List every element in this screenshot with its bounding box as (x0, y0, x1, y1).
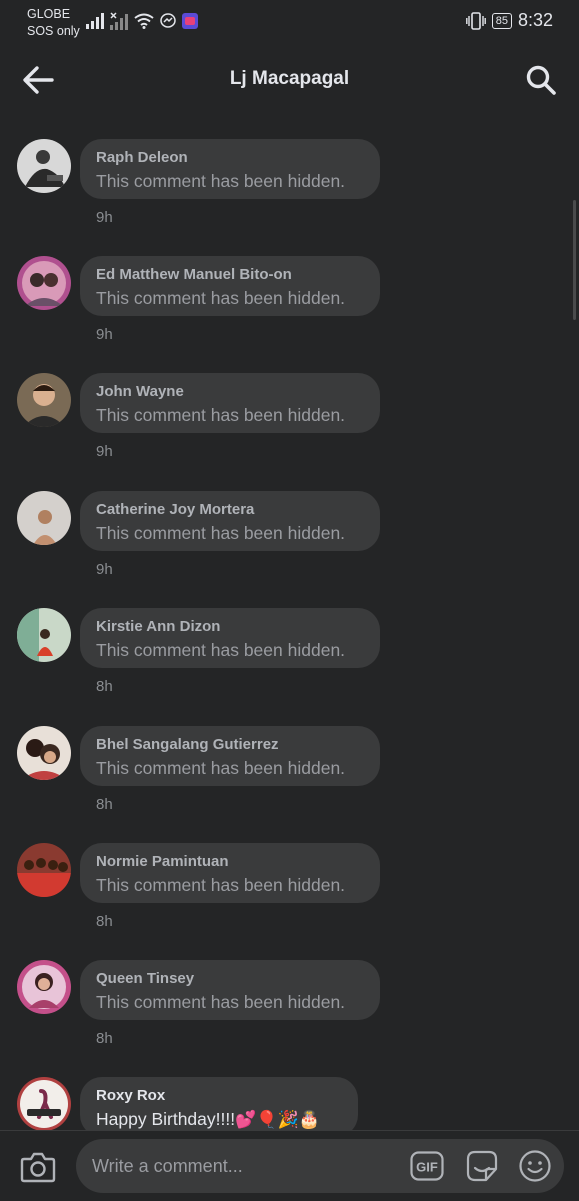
app-header: Lj Macapagal (0, 52, 579, 108)
comment-bubble[interactable]: Raph Deleon This comment has been hidden… (80, 139, 380, 199)
comment-bubble[interactable]: Roxy Rox Happy Birthday!!!!💕🎈🎉🎂 (80, 1077, 358, 1137)
comment-item: Kirstie Ann Dizon This comment has been … (0, 608, 579, 725)
comment-time[interactable]: 8h (96, 913, 113, 930)
comment-bubble[interactable]: Ed Matthew Manuel Bito-on This comment h… (80, 256, 380, 316)
comment-bubble[interactable]: Kirstie Ann Dizon This comment has been … (80, 608, 380, 668)
avatar[interactable] (17, 491, 71, 545)
profile-photo (17, 256, 71, 310)
gif-icon: GIF (410, 1151, 444, 1181)
battery-indicator: 85 (491, 12, 512, 29)
comment-text: This comment has been hidden. (96, 405, 346, 425)
carrier-name: GLOBE (27, 7, 71, 21)
comment-author[interactable]: Catherine Joy Mortera (96, 501, 254, 518)
camera-icon (20, 1152, 56, 1183)
comment-time[interactable]: 9h (96, 209, 113, 226)
profile-photo (17, 373, 71, 427)
comment-author[interactable]: Queen Tinsey (96, 970, 194, 987)
comment-text: This comment has been hidden. (96, 875, 346, 895)
comment-text: This comment has been hidden. (96, 640, 346, 660)
comment-bubble[interactable]: Queen Tinsey This comment has been hidde… (80, 960, 380, 1020)
comment-item: Catherine Joy Mortera This comment has b… (0, 491, 579, 608)
comment-item: Bhel Sangalang Gutierrez This comment ha… (0, 726, 579, 843)
profile-photo (17, 139, 71, 193)
status-clock: 8:32 (517, 10, 553, 30)
comment-text: This comment has been hidden. (96, 758, 346, 778)
signal-icon (86, 13, 104, 29)
profile-photo (17, 608, 71, 662)
comment-text-body: Happy Birthday!!!! (96, 1109, 236, 1129)
camera-button[interactable] (20, 1151, 56, 1183)
comment-item: Raph Deleon This comment has been hidden… (0, 139, 579, 256)
comment-author[interactable]: Roxy Rox (96, 1087, 165, 1104)
comment-text: Happy Birthday!!!!💕🎈🎉🎂 (96, 1109, 320, 1130)
carrier-status: SOS only (27, 24, 80, 38)
wifi-icon (134, 13, 154, 29)
search-icon (526, 65, 556, 95)
comment-text: This comment has been hidden. (96, 523, 346, 543)
status-right: 85 8:32 (465, 10, 553, 31)
comment-author[interactable]: Ed Matthew Manuel Bito-on (96, 266, 292, 283)
profile-photo (17, 960, 71, 1014)
comment-item: Normie Pamintuan This comment has been h… (0, 843, 579, 960)
emoji-icon (519, 1150, 551, 1182)
comment-input-container: GIF (76, 1139, 564, 1193)
comment-time[interactable]: 8h (96, 796, 113, 813)
sticker-button[interactable] (464, 1149, 500, 1183)
carrier-info: GLOBE SOS only (27, 6, 80, 40)
comment-composer: GIF (0, 1130, 579, 1201)
comment-author[interactable]: John Wayne (96, 383, 184, 400)
signal-no-service-icon (110, 12, 128, 30)
avatar[interactable] (17, 256, 71, 310)
comment-time[interactable]: 9h (96, 326, 113, 343)
status-bar: GLOBE SOS only 85 8:32 (0, 0, 579, 44)
emoji-button[interactable] (518, 1149, 552, 1183)
comment-item: Ed Matthew Manuel Bito-on This comment h… (0, 256, 579, 373)
comment-emoji: 💕🎈🎉🎂 (235, 1110, 320, 1129)
messenger-icon (160, 13, 176, 28)
comment-text: This comment has been hidden. (96, 288, 346, 308)
avatar[interactable] (17, 843, 71, 897)
avatar[interactable] (17, 726, 71, 780)
page-title: Lj Macapagal (229, 68, 350, 89)
comment-bubble[interactable]: John Wayne This comment has been hidden. (80, 373, 380, 433)
profile-photo (17, 491, 71, 545)
comment-time[interactable]: 8h (96, 678, 113, 695)
avatar[interactable] (17, 373, 71, 427)
comment-item: John Wayne This comment has been hidden.… (0, 373, 579, 490)
comment-text: This comment has been hidden. (96, 171, 346, 191)
search-button[interactable] (525, 64, 557, 96)
profile-photo (17, 726, 71, 780)
app-notification-icon (182, 13, 198, 29)
sticker-icon (466, 1150, 498, 1182)
comment-time[interactable]: 9h (96, 443, 113, 460)
comment-author[interactable]: Normie Pamintuan (96, 853, 229, 870)
vibrate-icon (465, 11, 486, 30)
profile-photo (17, 1077, 71, 1131)
comment-input[interactable] (92, 1139, 392, 1193)
gif-button[interactable]: GIF (410, 1151, 444, 1181)
comment-author[interactable]: Kirstie Ann Dizon (96, 618, 220, 635)
comment-author[interactable]: Raph Deleon (96, 149, 188, 166)
avatar[interactable] (17, 608, 71, 662)
comment-author[interactable]: Bhel Sangalang Gutierrez (96, 736, 279, 753)
avatar[interactable] (17, 1077, 71, 1131)
avatar[interactable] (17, 960, 71, 1014)
comment-bubble[interactable]: Bhel Sangalang Gutierrez This comment ha… (80, 726, 380, 786)
comment-time[interactable]: 9h (96, 561, 113, 578)
comment-bubble[interactable]: Normie Pamintuan This comment has been h… (80, 843, 380, 903)
comment-text: This comment has been hidden. (96, 992, 346, 1012)
comment-item: Queen Tinsey This comment has been hidde… (0, 960, 579, 1077)
comment-time[interactable]: 8h (96, 1030, 113, 1047)
gif-label: GIF (416, 1160, 438, 1175)
avatar[interactable] (17, 139, 71, 193)
comment-bubble[interactable]: Catherine Joy Mortera This comment has b… (80, 491, 380, 551)
status-icons (86, 12, 198, 30)
profile-photo (17, 843, 71, 897)
